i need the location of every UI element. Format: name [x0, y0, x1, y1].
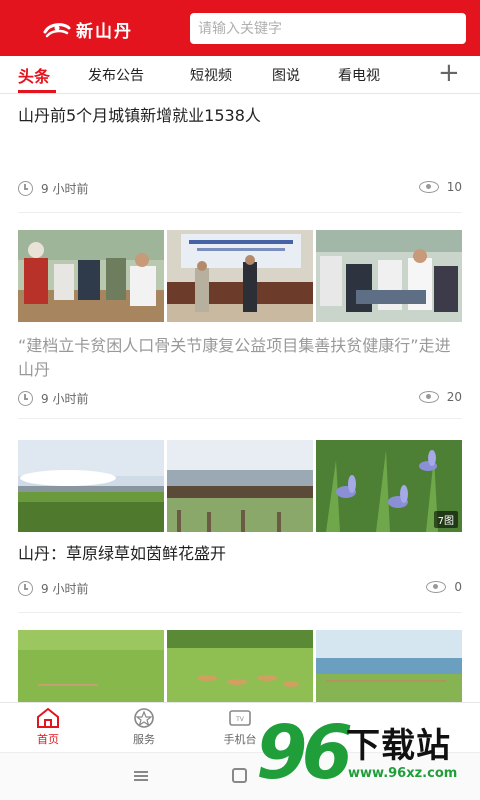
news-item[interactable]: 山丹：草原绿草如茵鲜花盛开 [18, 542, 462, 566]
news-photo[interactable] [316, 230, 462, 322]
tab-watch-tv[interactable]: 看电视 [338, 65, 380, 85]
tab-short-video[interactable]: 短视频 [190, 65, 232, 85]
eye-icon [418, 391, 439, 403]
divider [18, 418, 462, 419]
menu-icon[interactable] [134, 771, 148, 781]
news-item[interactable]: “建档立卡贫困人口骨关节康复公益项目集善扶贫健康行”走进山丹 [18, 334, 462, 382]
plus-icon[interactable]: + [438, 58, 460, 88]
news-item[interactable]: 山丹前5个月城镇新增就业1538人 [18, 104, 462, 128]
news-photo[interactable] [167, 630, 313, 702]
news-meta: 9 小时前 20 [18, 390, 462, 406]
view-count: 10 [446, 180, 462, 194]
watermark-logo: 96 [256, 710, 353, 796]
news-meta: 9 小时前 0 [18, 580, 462, 596]
news-title[interactable]: “建档立卡贫困人口骨关节康复公益项目集善扶贫健康行”走进山丹 [18, 334, 462, 382]
watermark-text: 下载站 [346, 726, 451, 766]
nav-service[interactable]: 服务 [114, 707, 174, 747]
news-photo[interactable] [18, 230, 164, 322]
news-time: 9 小时前 [41, 392, 89, 406]
news-thumbnails[interactable] [18, 230, 462, 322]
news-photo[interactable]: 7图 [316, 440, 462, 532]
nav-label: 手机台 [223, 733, 257, 746]
nav-label: 服务 [133, 733, 155, 746]
tab-photo-stories[interactable]: 图说 [272, 65, 300, 85]
news-thumbnails[interactable] [18, 630, 462, 702]
eye-icon [418, 181, 439, 193]
news-thumbnails[interactable]: 7图 [18, 440, 462, 532]
news-meta: 9 小时前 10 [18, 180, 462, 196]
news-photo[interactable] [316, 630, 462, 702]
clock-icon [18, 581, 33, 596]
divider [18, 212, 462, 213]
channel-tabs: 头条 发布公告 短视频 图说 看电视 + [0, 56, 480, 94]
clock-icon [18, 181, 33, 196]
news-time: 9 小时前 [41, 182, 89, 196]
clock-icon [18, 391, 33, 406]
news-photo[interactable] [167, 440, 313, 532]
home-button-icon[interactable] [232, 768, 247, 783]
download-site-watermark: 96 下载站 www.96xz.com [256, 710, 480, 800]
news-time: 9 小时前 [41, 582, 89, 596]
active-tab-indicator [18, 90, 56, 93]
news-photo[interactable] [167, 230, 313, 322]
tab-announcements[interactable]: 发布公告 [88, 65, 144, 85]
watermark-url: www.96xz.com [348, 766, 458, 781]
news-photo[interactable] [18, 630, 164, 702]
app-logo: 新山丹 [42, 17, 133, 42]
service-icon [132, 707, 156, 729]
top-bar: 新山丹 [0, 0, 480, 56]
search-box[interactable] [190, 13, 466, 44]
svg-text:TV: TV [235, 716, 245, 723]
home-icon [36, 707, 60, 729]
view-count: 0 [454, 580, 462, 594]
search-input[interactable] [190, 13, 466, 44]
divider [18, 612, 462, 613]
tab-headlines[interactable]: 头条 [18, 63, 50, 87]
tv-icon: TV [228, 707, 252, 729]
nav-label: 首页 [37, 733, 59, 746]
eye-icon [426, 581, 447, 593]
nav-home[interactable]: 首页 [18, 707, 78, 747]
news-title[interactable]: 山丹前5个月城镇新增就业1538人 [18, 104, 462, 128]
logo-mark-icon [42, 19, 72, 41]
image-count-badge: 7图 [433, 511, 458, 528]
news-title[interactable]: 山丹：草原绿草如茵鲜花盛开 [18, 542, 462, 566]
news-photo[interactable] [18, 440, 164, 532]
logo-text: 新山丹 [76, 22, 133, 42]
view-count: 20 [446, 390, 462, 404]
